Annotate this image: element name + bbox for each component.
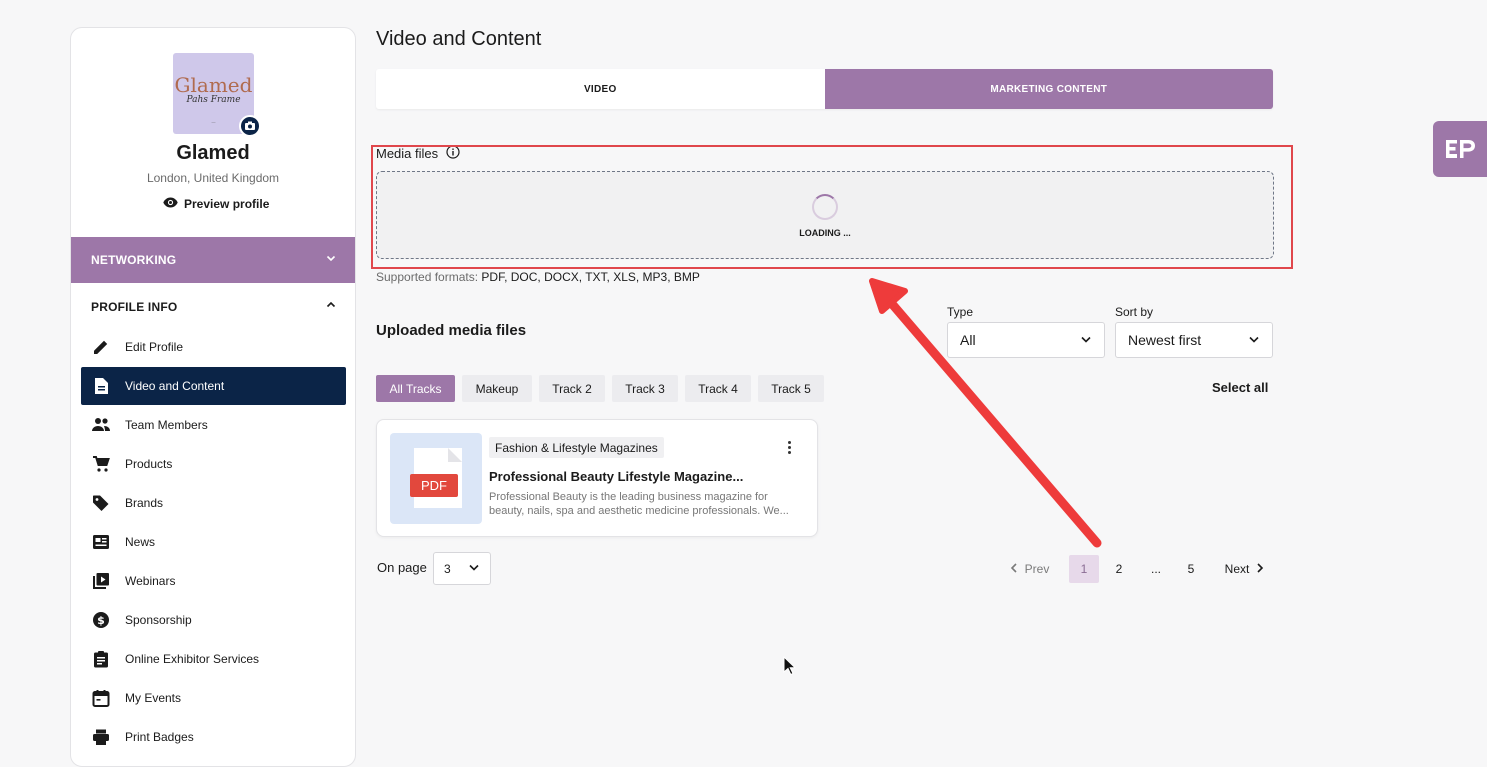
sidebar-item-label: Products bbox=[125, 457, 173, 471]
card-title: Professional Beauty Lifestyle Magazine..… bbox=[489, 469, 744, 484]
track-chip-track-3[interactable]: Track 3 bbox=[612, 375, 678, 402]
supported-formats-label: Supported formats: bbox=[376, 270, 479, 284]
sidebar-item-label: Webinars bbox=[125, 574, 176, 588]
sidebar-item-print-badges[interactable]: Print Badges bbox=[81, 718, 346, 756]
sidebar-item-my-events[interactable]: My Events bbox=[81, 679, 346, 717]
ep-floating-badge[interactable] bbox=[1433, 121, 1487, 177]
prev-label: Prev bbox=[1024, 562, 1050, 576]
chevron-down-icon bbox=[325, 252, 337, 267]
chevron-up-icon bbox=[325, 299, 337, 314]
clipboard-icon bbox=[91, 649, 111, 669]
printer-icon bbox=[91, 727, 111, 747]
eye-icon bbox=[163, 197, 178, 211]
document-icon bbox=[91, 376, 111, 396]
sidebar-item-products[interactable]: Products bbox=[81, 445, 346, 483]
select-all-button[interactable]: Select all bbox=[1212, 380, 1268, 395]
sidebar-item-brands[interactable]: Brands bbox=[81, 484, 346, 522]
on-page-select[interactable]: 3 bbox=[433, 552, 491, 585]
pagination-ellipsis: ... bbox=[1150, 562, 1161, 576]
track-chip-track-2[interactable]: Track 2 bbox=[539, 375, 605, 402]
track-chip-makeup[interactable]: Makeup bbox=[462, 375, 532, 402]
sidebar-item-online-exhibitor-services[interactable]: Online Exhibitor Services bbox=[81, 640, 346, 678]
sidebar-item-webinars[interactable]: Webinars bbox=[81, 562, 346, 600]
media-file-card[interactable]: PDF Fashion & Lifestyle Magazines Profes… bbox=[376, 419, 818, 537]
sidebar: Glamed Pahs Frame — Glamed London, Unite… bbox=[70, 27, 356, 767]
pagination-page-5[interactable]: 5 bbox=[1177, 555, 1205, 583]
uploaded-media-title: Uploaded media files bbox=[376, 322, 527, 339]
sidebar-item-label: News bbox=[125, 535, 156, 549]
sort-by-label: Sort by bbox=[1115, 305, 1154, 319]
sidebar-item-edit-profile[interactable]: Edit Profile bbox=[81, 328, 346, 366]
file-thumbnail: PDF bbox=[390, 433, 482, 524]
chevron-right-icon bbox=[1255, 562, 1265, 577]
camera-icon[interactable] bbox=[239, 115, 261, 137]
on-page-value: 3 bbox=[444, 561, 451, 576]
logo-signature: Pahs Frame bbox=[186, 95, 241, 105]
pagination-prev[interactable]: Prev bbox=[1003, 555, 1055, 583]
sidebar-item-video-and-content[interactable]: Video and Content bbox=[81, 367, 346, 405]
people-icon bbox=[91, 415, 111, 435]
next-label: Next bbox=[1224, 562, 1250, 576]
sort-by-select[interactable]: Newest first bbox=[1115, 322, 1273, 358]
company-location: London, United Kingdom bbox=[146, 171, 280, 185]
sort-by-value: Newest first bbox=[1128, 332, 1202, 348]
supported-formats-value: PDF, DOC, DOCX, TXT, XLS, MP3, BMP bbox=[481, 270, 700, 284]
pencil-icon bbox=[91, 337, 111, 357]
profile-info-label: PROFILE INFO bbox=[91, 300, 178, 314]
track-chip-track-4[interactable]: Track 4 bbox=[685, 375, 751, 402]
type-filter-select[interactable]: All bbox=[947, 322, 1105, 358]
chevron-down-icon bbox=[468, 561, 480, 576]
tab-marketing-content[interactable]: MARKETING CONTENT bbox=[824, 69, 1273, 109]
sidebar-item-label: My Events bbox=[125, 691, 182, 705]
pagination-page-1[interactable]: 1 bbox=[1069, 555, 1099, 583]
sidebar-item-label: Online Exhibitor Services bbox=[125, 652, 260, 666]
newspaper-icon bbox=[91, 532, 111, 552]
on-page-label: On page bbox=[377, 560, 427, 575]
cart-icon bbox=[91, 454, 111, 474]
profile-info-section-header[interactable]: PROFILE INFO bbox=[71, 284, 355, 330]
sidebar-item-label: Edit Profile bbox=[125, 340, 184, 354]
sidebar-item-label: Video and Content bbox=[125, 379, 225, 393]
track-chip-all-tracks[interactable]: All Tracks bbox=[376, 375, 455, 402]
chevron-down-icon bbox=[1080, 332, 1092, 348]
calendar-icon bbox=[91, 688, 111, 708]
tab-video[interactable]: VIDEO bbox=[376, 69, 825, 109]
sidebar-item-sponsorship[interactable]: $ Sponsorship bbox=[81, 601, 346, 639]
tag-icon bbox=[91, 493, 111, 513]
more-options-icon[interactable] bbox=[781, 438, 797, 456]
networking-section-header[interactable]: NETWORKING bbox=[71, 237, 355, 283]
video-library-icon bbox=[91, 571, 111, 591]
pagination-page-2[interactable]: 2 bbox=[1105, 555, 1133, 583]
type-filter-label: Type bbox=[947, 305, 974, 319]
chevron-left-icon bbox=[1009, 562, 1019, 577]
chevron-down-icon bbox=[1248, 332, 1260, 348]
sidebar-item-label: Brands bbox=[125, 496, 164, 510]
type-filter-value: All bbox=[960, 332, 976, 348]
svg-text:$: $ bbox=[97, 614, 105, 627]
pagination-next[interactable]: Next bbox=[1218, 555, 1272, 583]
content-tabs: VIDEO MARKETING CONTENT bbox=[376, 69, 1273, 109]
sidebar-item-label: Team Members bbox=[125, 418, 208, 432]
track-chip-track-5[interactable]: Track 5 bbox=[758, 375, 824, 402]
sidebar-item-label: Print Badges bbox=[125, 730, 194, 744]
networking-label: NETWORKING bbox=[91, 253, 177, 267]
card-description: Professional Beauty is the leading busin… bbox=[489, 491, 789, 517]
company-name: Glamed bbox=[176, 142, 250, 164]
logo-wordmark: Glamed bbox=[174, 73, 253, 97]
sidebar-item-news[interactable]: News bbox=[81, 523, 346, 561]
sidebar-item-label: Sponsorship bbox=[125, 613, 192, 627]
mouse-cursor-icon bbox=[783, 656, 797, 676]
pdf-badge: PDF bbox=[410, 474, 458, 497]
sidebar-item-team-members[interactable]: Team Members bbox=[81, 406, 346, 444]
ep-logo-icon bbox=[1446, 140, 1475, 158]
preview-profile-label: Preview profile bbox=[184, 197, 270, 211]
supported-formats: Supported formats: PDF, DOC, DOCX, TXT, … bbox=[376, 270, 700, 284]
card-category-tag: Fashion & Lifestyle Magazines bbox=[489, 437, 664, 458]
preview-profile-link[interactable]: Preview profile bbox=[163, 195, 269, 213]
page-title: Video and Content bbox=[376, 28, 542, 50]
annotation-highlight-box bbox=[371, 145, 1293, 269]
dollar-coin-icon: $ bbox=[91, 610, 111, 630]
